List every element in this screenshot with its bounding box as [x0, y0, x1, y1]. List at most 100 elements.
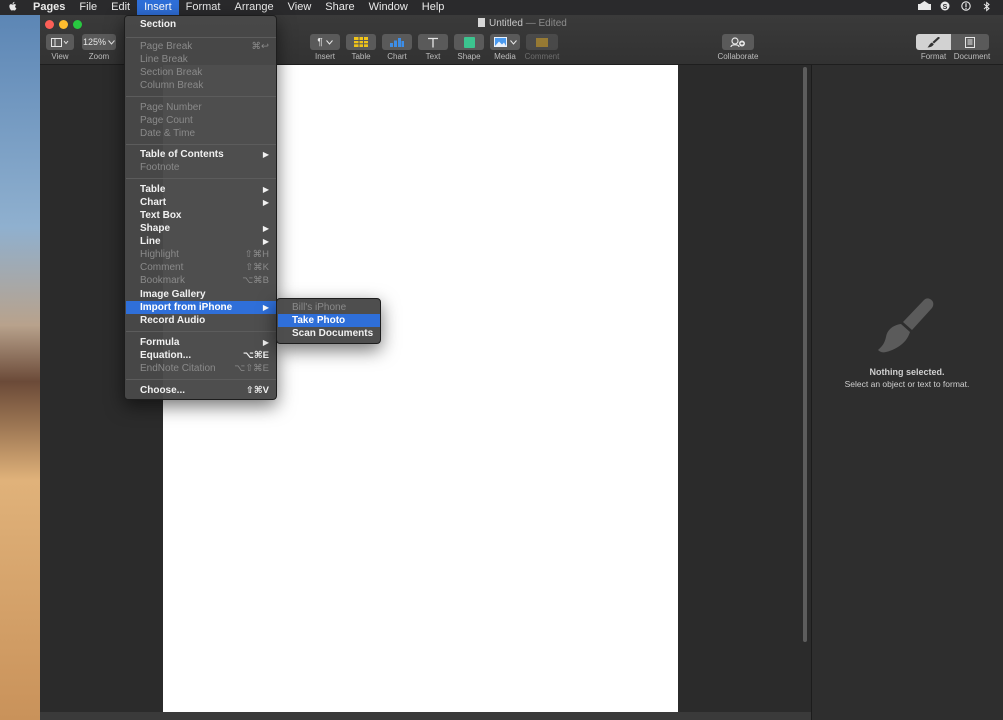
- insert-menu-dropdown: Section Page Break ⌘↩ Line Break Section …: [124, 15, 277, 400]
- bluetooth-icon[interactable]: [981, 0, 993, 15]
- shape-label: Shape: [457, 52, 481, 61]
- submenu-arrow-icon: ▶: [262, 185, 269, 194]
- menu-insert[interactable]: Insert: [137, 0, 179, 15]
- menu-view[interactable]: View: [281, 0, 319, 15]
- import-from-iphone-submenu: Bill's iPhone Take Photo Scan Documents: [276, 298, 381, 344]
- menu-separator: [126, 331, 276, 332]
- media-icon: [493, 37, 507, 47]
- menu-window[interactable]: Window: [362, 0, 415, 15]
- fullscreen-window-button[interactable]: [73, 20, 82, 29]
- menu-item-table[interactable]: Table ▶: [126, 183, 276, 196]
- comment-button[interactable]: [526, 34, 558, 50]
- chart-label: Chart: [387, 52, 407, 61]
- zoom-label: Zoom: [88, 52, 110, 61]
- menu-edit[interactable]: Edit: [104, 0, 137, 15]
- menu-item-record-audio[interactable]: Record Audio: [126, 314, 276, 327]
- status-icons: S: [918, 0, 1003, 15]
- menu-item-table-of-contents[interactable]: Table of Contents ▶: [126, 148, 276, 161]
- submenu-arrow-icon: ▶: [262, 198, 269, 207]
- chevron-down-icon: [108, 39, 115, 45]
- menu-help[interactable]: Help: [415, 0, 452, 15]
- menu-separator: [126, 96, 276, 97]
- menu-item-highlight[interactable]: Highlight ⇧⌘H: [126, 248, 276, 261]
- menu-separator: [126, 178, 276, 179]
- menu-item-section[interactable]: Section: [126, 18, 276, 31]
- insert-label: Insert: [314, 52, 335, 61]
- submenu-item-take-photo[interactable]: Take Photo: [278, 314, 380, 327]
- menu-item-column-break[interactable]: Column Break: [126, 79, 276, 92]
- menu-item-shape[interactable]: Shape ▶: [126, 222, 276, 235]
- submenu-item-scan-documents[interactable]: Scan Documents: [278, 327, 380, 340]
- canvas-bottom-bar: [40, 712, 811, 720]
- menu-item-comment[interactable]: Comment ⇧⌘K: [126, 261, 276, 274]
- menu-item-text-box[interactable]: Text Box: [126, 209, 276, 222]
- format-inspector-button[interactable]: [916, 34, 951, 50]
- close-window-button[interactable]: [45, 20, 54, 29]
- vertical-scrollbar[interactable]: [803, 67, 807, 642]
- table-icon: [354, 37, 368, 47]
- shape-icon: [463, 36, 475, 48]
- table-label: Table: [351, 52, 371, 61]
- table-button[interactable]: [346, 34, 376, 50]
- minimize-window-button[interactable]: [59, 20, 68, 29]
- document-title: Untitled — Edited: [478, 18, 567, 29]
- menu-item-line[interactable]: Line ▶: [126, 235, 276, 248]
- media-button[interactable]: [490, 34, 520, 50]
- collaborate-label: Collaborate: [717, 52, 759, 61]
- menu-item-chart[interactable]: Chart ▶: [126, 196, 276, 209]
- menu-item-choose[interactable]: Choose... ⇧⌘V: [126, 384, 276, 397]
- menu-item-date-time[interactable]: Date & Time: [126, 127, 276, 140]
- submenu-arrow-icon: ▶: [262, 303, 269, 312]
- text-label: Text: [425, 52, 441, 61]
- menu-file[interactable]: File: [72, 0, 104, 15]
- chart-button[interactable]: [382, 34, 412, 50]
- menu-item-page-count[interactable]: Page Count: [126, 114, 276, 127]
- pilcrow-icon: ¶: [317, 36, 323, 48]
- menu-item-page-number[interactable]: Page Number: [126, 101, 276, 114]
- svg-text:S: S: [943, 4, 948, 11]
- document-icon: [965, 36, 975, 48]
- info-icon[interactable]: [960, 0, 972, 15]
- shape-button[interactable]: [454, 34, 484, 50]
- collaborate-icon: [730, 37, 745, 47]
- format-inspector-panel: Nothing selected. Select an object or te…: [811, 65, 1003, 720]
- menu-bar: Pages File Edit Insert Format Arrange Vi…: [0, 0, 1003, 15]
- insert-button[interactable]: ¶: [310, 34, 340, 50]
- menu-item-equation[interactable]: Equation... ⌥⌘E: [126, 349, 276, 362]
- text-button[interactable]: [418, 34, 448, 50]
- menu-item-endnote-citation[interactable]: EndNote Citation ⌥⇧⌘E: [126, 362, 276, 375]
- desktop-wallpaper: [0, 15, 40, 720]
- media-label: Media: [494, 52, 516, 61]
- menu-item-footnote[interactable]: Footnote: [126, 161, 276, 174]
- menu-item-bookmark[interactable]: Bookmark ⌥⌘B: [126, 274, 276, 287]
- sidebar-icon: [51, 37, 69, 47]
- zoom-value: 125%: [82, 37, 107, 47]
- document-name: Untitled: [489, 18, 523, 29]
- submenu-arrow-icon: ▶: [262, 237, 269, 246]
- apple-menu-icon[interactable]: [0, 1, 26, 15]
- view-button[interactable]: [46, 34, 74, 50]
- menu-separator: [126, 37, 276, 38]
- skype-icon[interactable]: S: [939, 1, 951, 15]
- edited-status: — Edited: [525, 18, 567, 29]
- menu-format[interactable]: Format: [179, 0, 228, 15]
- submenu-arrow-icon: ▶: [262, 224, 269, 233]
- chevron-down-icon: [509, 39, 517, 45]
- menu-item-line-break[interactable]: Line Break: [126, 53, 276, 66]
- menu-item-section-break[interactable]: Section Break: [126, 66, 276, 79]
- menu-share[interactable]: Share: [318, 0, 361, 15]
- menu-item-import-from-iphone[interactable]: Import from iPhone ▶: [126, 301, 276, 314]
- document-inspector-button[interactable]: [951, 34, 989, 50]
- menu-item-image-gallery[interactable]: Image Gallery: [126, 288, 276, 301]
- menu-item-page-break[interactable]: Page Break ⌘↩: [126, 40, 276, 53]
- collaborate-button[interactable]: [722, 34, 754, 50]
- nothing-selected-title: Nothing selected.: [869, 367, 945, 377]
- zoom-select[interactable]: 125%: [82, 34, 116, 50]
- menu-arrange[interactable]: Arrange: [227, 0, 280, 15]
- display-icon[interactable]: [918, 0, 931, 15]
- menu-item-formula[interactable]: Formula ▶: [126, 336, 276, 349]
- submenu-arrow-icon: ▶: [262, 338, 269, 347]
- chevron-down-icon: [325, 39, 333, 45]
- menu-pages[interactable]: Pages: [26, 0, 72, 15]
- paintbrush-icon: [927, 36, 940, 47]
